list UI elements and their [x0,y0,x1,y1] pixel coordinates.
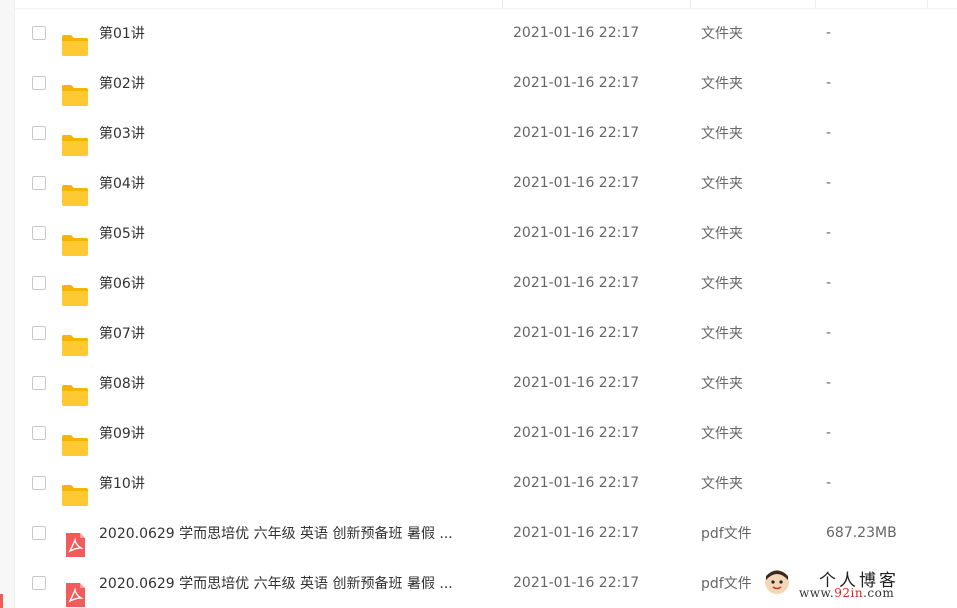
modified-date: 2021-01-16 22:17 [513,425,640,441]
file-type: 文件夹 [701,326,743,342]
modified-date: 2021-01-16 22:17 [513,225,640,241]
file-size: - [826,425,832,441]
row-checkbox[interactable] [32,176,46,190]
file-name[interactable]: 第10讲 [99,473,499,493]
file-size: - [826,75,832,91]
header-separator [502,0,503,8]
file-row[interactable]: 第04讲 2021-01-16 22:17 文件夹 - [14,158,957,208]
watermark-url-prefix: www. [799,586,835,600]
row-checkbox[interactable] [32,326,46,340]
file-list: 第01讲 2021-01-16 22:17 文件夹 - 第02讲 2021-01… [14,8,957,608]
file-row[interactable]: 2020.0629 学而思培优 六年级 英语 创新预备班 暑假 ... 2021… [14,508,957,558]
modified-date: 2021-01-16 22:17 [513,175,640,191]
sidebar-accent [0,594,3,608]
file-name[interactable]: 2020.0629 学而思培优 六年级 英语 创新预备班 暑假 ... [99,523,499,543]
modified-date: 2021-01-16 22:17 [513,125,640,141]
file-type: 文件夹 [701,226,743,242]
file-name[interactable]: 2020.0629 学而思培优 六年级 英语 创新预备班 暑假 ... [99,573,499,593]
file-type: 文件夹 [701,176,743,192]
file-type: 文件夹 [701,476,743,492]
file-size: - [826,125,832,141]
file-row[interactable]: 第02讲 2021-01-16 22:17 文件夹 - [14,58,957,108]
file-name[interactable]: 第07讲 [99,323,499,343]
blog-watermark: 个人博客 www.92in.com [763,566,943,602]
header-separator [815,0,816,8]
file-type: 文件夹 [701,426,743,442]
file-type: pdf文件 [701,576,752,592]
file-row[interactable]: 第09讲 2021-01-16 22:17 文件夹 - [14,408,957,458]
file-size: - [826,375,832,391]
watermark-url-highlight: 92in [834,586,864,600]
modified-date: 2021-01-16 22:17 [513,325,640,341]
file-type: 文件夹 [701,376,743,392]
file-name[interactable]: 第06讲 [99,273,499,293]
file-size: - [826,475,832,491]
left-sidebar-edge [0,0,15,608]
row-checkbox[interactable] [32,26,46,40]
file-type: 文件夹 [701,76,743,92]
avatar-logo-icon [765,570,789,594]
file-row[interactable]: 第10讲 2021-01-16 22:17 文件夹 - [14,458,957,508]
modified-date: 2021-01-16 22:17 [513,75,640,91]
modified-date: 2021-01-16 22:17 [513,525,640,541]
file-type: pdf文件 [701,526,752,542]
file-row[interactable]: 第03讲 2021-01-16 22:17 文件夹 - [14,108,957,158]
file-size: - [826,25,832,41]
row-checkbox[interactable] [32,226,46,240]
header-separator [690,0,691,8]
file-name[interactable]: 第01讲 [99,23,499,43]
row-checkbox[interactable] [32,76,46,90]
row-checkbox[interactable] [32,376,46,390]
row-checkbox[interactable] [32,126,46,140]
modified-date: 2021-01-16 22:17 [513,475,640,491]
row-checkbox[interactable] [32,276,46,290]
file-name[interactable]: 第03讲 [99,123,499,143]
file-name[interactable]: 第05讲 [99,223,499,243]
file-row[interactable]: 第05讲 2021-01-16 22:17 文件夹 - [14,208,957,258]
watermark-url: www.92in.com [799,586,894,600]
modified-date: 2021-01-16 22:17 [513,575,640,591]
modified-date: 2021-01-16 22:17 [513,375,640,391]
file-row[interactable]: 第08讲 2021-01-16 22:17 文件夹 - [14,358,957,408]
header-separator [927,0,928,8]
row-checkbox[interactable] [32,526,46,540]
modified-date: 2021-01-16 22:17 [513,275,640,291]
row-checkbox[interactable] [32,576,46,590]
row-checkbox[interactable] [32,476,46,490]
file-name[interactable]: 第04讲 [99,173,499,193]
file-row[interactable]: 第06讲 2021-01-16 22:17 文件夹 - [14,258,957,308]
file-type: 文件夹 [701,26,743,42]
file-name[interactable]: 第02讲 [99,73,499,93]
file-row[interactable]: 第07讲 2021-01-16 22:17 文件夹 - [14,308,957,358]
file-size: - [826,225,832,241]
file-size: 687.23MB [826,525,897,541]
file-name[interactable]: 第09讲 [99,423,499,443]
file-type: 文件夹 [701,276,743,292]
file-row[interactable]: 第01讲 2021-01-16 22:17 文件夹 - [14,8,957,58]
row-checkbox[interactable] [32,426,46,440]
file-size: - [826,325,832,341]
file-name[interactable]: 第08讲 [99,373,499,393]
modified-date: 2021-01-16 22:17 [513,25,640,41]
file-type: 文件夹 [701,126,743,142]
watermark-url-suffix: .com [863,586,895,600]
file-size: - [826,175,832,191]
file-size: - [826,275,832,291]
